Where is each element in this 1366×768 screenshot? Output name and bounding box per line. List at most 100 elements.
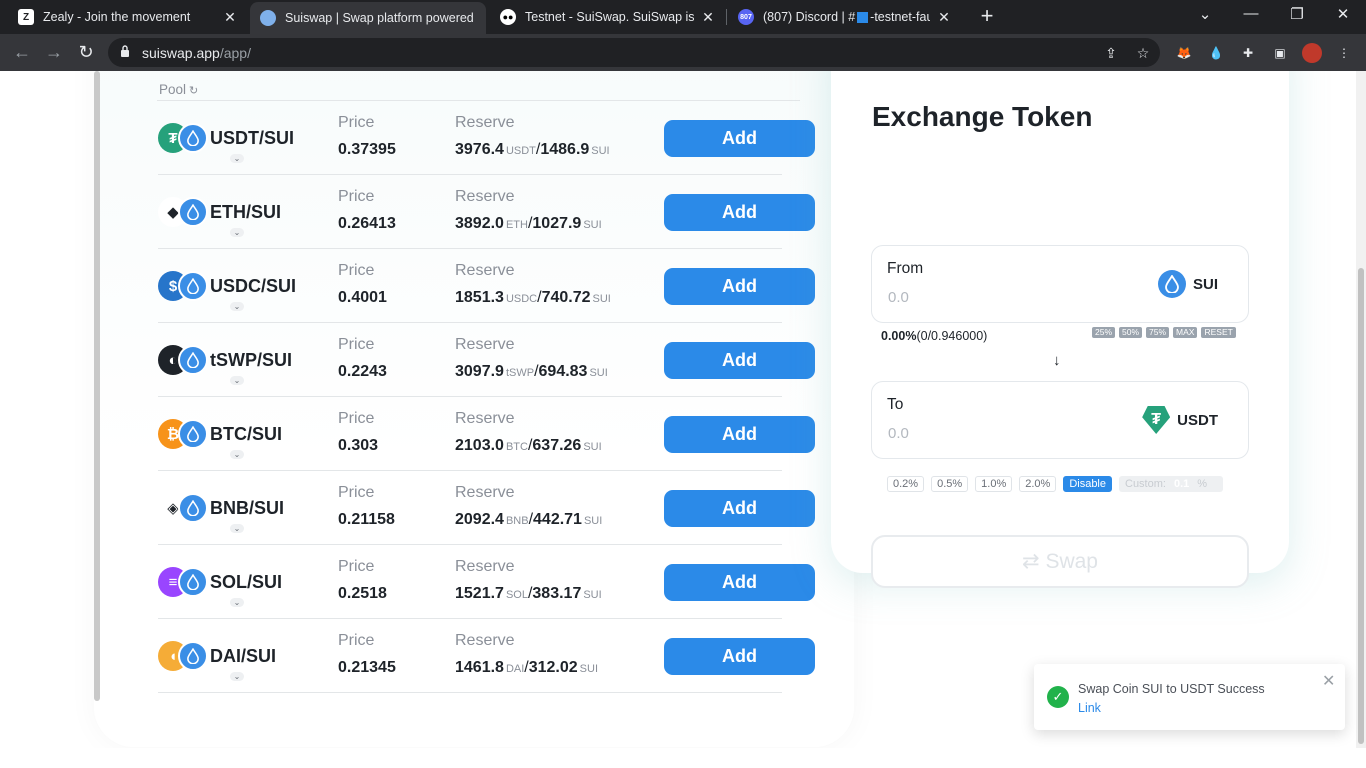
reserve-label: Reserve <box>455 336 515 353</box>
reserve-a: 3097.9 <box>455 363 504 380</box>
close-window-icon[interactable]: ✕ <box>1328 5 1358 25</box>
side-panel-icon[interactable]: ▣ <box>1270 43 1290 63</box>
pair-name: DAI/SUI <box>210 646 277 666</box>
close-icon[interactable]: ✕ <box>222 9 238 26</box>
tab-testnet[interactable]: ●● Testnet - SuiSwap. SuiSwap is a Di ✕ <box>490 0 726 34</box>
reload-icon[interactable]: ↻ <box>75 41 97 63</box>
share-icon[interactable]: ⇪ <box>1102 44 1120 62</box>
reserve-b: 1486.9 <box>540 141 590 158</box>
pool-row: $ USDC/SUI ⌄ Price 0.4001 Reserve 1851.3 USDC/7… <box>158 249 818 323</box>
new-tab-button[interactable]: + <box>976 5 998 27</box>
max-button[interactable]: MAX <box>1173 327 1198 338</box>
page-scrollbar-thumb[interactable] <box>1358 268 1364 744</box>
chevron-down-icon[interactable]: ⌄ <box>230 598 244 607</box>
reset-button[interactable]: RESET <box>1201 327 1236 338</box>
price-value: 0.26413 <box>338 215 396 232</box>
chevron-down-icon[interactable]: ⌄ <box>230 302 244 311</box>
add-liquidity-button[interactable]: Add <box>664 342 815 379</box>
slippage-disable-button[interactable]: Disable <box>1063 476 1112 492</box>
back-icon[interactable]: ← <box>11 41 33 63</box>
extensions-icon[interactable]: ✚ <box>1238 43 1258 63</box>
from-token-selector[interactable]: SUI <box>1157 270 1218 298</box>
pct-25-button[interactable]: 25% <box>1092 327 1116 338</box>
chevron-down-icon[interactable]: ⌄ <box>230 672 244 681</box>
to-field[interactable]: To 0.0 ₮ USDT <box>871 381 1249 459</box>
pool-row: ◆ ETH/SUI ⌄ Price 0.26413 Reserve 3892.0 ETH/10… <box>158 175 818 249</box>
browser-toolbar: ← → ↻ suiswap.app/app/ ⇪ ☆ 🦊 💧 ✚ ▣ ⋮ <box>0 34 1366 71</box>
tab-zealy[interactable]: Z Zealy - Join the movement ✕ <box>8 0 248 34</box>
tab-suiswap[interactable]: Suiswap | Swap platform powered <box>250 2 486 34</box>
chevron-down-icon[interactable]: ⌄ <box>230 228 244 237</box>
sui-wallet-icon[interactable]: 💧 <box>1206 43 1226 63</box>
chevron-down-icon[interactable]: ⌄ <box>230 450 244 459</box>
close-icon[interactable]: ✕ <box>700 9 716 26</box>
add-liquidity-button[interactable]: Add <box>664 490 815 527</box>
add-liquidity-button[interactable]: Add <box>664 120 815 157</box>
close-icon[interactable]: ✕ <box>1322 671 1335 691</box>
browser-tabstrip: Z Zealy - Join the movement ✕ Suiswap | … <box>0 0 1366 34</box>
swap-direction-icon[interactable]: ↓ <box>1053 352 1061 369</box>
reserve-a: 1461.8 <box>455 659 504 676</box>
pool-row: ₮ USDT/SUI ⌄ Price 0.37395 Reserve 3976.4 USDT/… <box>158 101 818 175</box>
reserve-value: 1851.3 USDC/740.72 SUI <box>455 289 611 306</box>
url-domain: suiswap.app <box>142 45 220 61</box>
slippage-custom-input[interactable]: Custom: 0.1% <box>1119 476 1223 492</box>
chevron-down-icon[interactable]: ⌄ <box>230 376 244 385</box>
from-field[interactable]: From 0.0 SUI <box>871 245 1249 323</box>
toast-link[interactable]: Link <box>1078 701 1101 715</box>
pct-50-button[interactable]: 50% <box>1119 327 1143 338</box>
pct-75-button[interactable]: 75% <box>1146 327 1170 338</box>
chevron-down-icon[interactable]: ⌄ <box>230 524 244 533</box>
tab-title: Testnet - SuiSwap. SuiSwap is a Di <box>525 10 694 24</box>
reserve-a: 1851.3 <box>455 289 504 306</box>
add-liquidity-button[interactable]: Add <box>664 194 815 231</box>
to-token-selector[interactable]: ₮ USDT <box>1142 406 1218 434</box>
pool-title-text: Pool <box>159 82 187 97</box>
forward-icon[interactable]: → <box>43 41 65 63</box>
add-liquidity-button[interactable]: Add <box>664 638 815 675</box>
reserve-value: 1461.8 DAI/312.02 SUI <box>455 659 599 676</box>
reserve-b: 740.72 <box>541 289 591 306</box>
zealy-icon: Z <box>18 9 34 25</box>
menu-icon[interactable]: ⋮ <box>1334 43 1354 63</box>
pool-scrollbar[interactable] <box>94 71 100 701</box>
bookmark-star-icon[interactable]: ☆ <box>1134 44 1152 62</box>
tab-title: Suiswap | Swap platform powered <box>285 11 474 25</box>
add-liquidity-button[interactable]: Add <box>664 268 815 305</box>
add-liquidity-button[interactable]: Add <box>664 416 815 453</box>
restore-icon[interactable]: ❐ <box>1282 5 1312 25</box>
from-label: From <box>887 260 924 277</box>
from-amount-input[interactable]: 0.0 <box>888 289 909 306</box>
tab-discord[interactable]: 807 (807) Discord | # -testnet-fauc ✕ <box>728 0 962 34</box>
slippage-0-5-button[interactable]: 0.5% <box>931 476 969 492</box>
price-value: 0.303 <box>338 437 379 454</box>
reserve-value: 3892.0 ETH/1027.9 SUI <box>455 215 602 232</box>
slippage-0-2-button[interactable]: 0.2% <box>887 476 925 492</box>
unit-a: BTC <box>505 441 528 453</box>
to-amount-input[interactable]: 0.0 <box>888 425 909 442</box>
url-text: suiswap.app/app/ <box>142 45 251 61</box>
add-liquidity-button[interactable]: Add <box>664 564 815 601</box>
exchange-title: Exchange Token <box>872 101 1093 132</box>
balance-detail: (0/0.946000) <box>916 329 988 343</box>
price-label: Price <box>338 484 375 501</box>
swap-button[interactable]: ⇄ Swap <box>871 535 1249 588</box>
pair-name: BNB/SUI <box>210 498 285 518</box>
reserve-value: 1521.7 SOL/383.17 SUI <box>455 585 602 602</box>
profile-avatar[interactable] <box>1302 43 1322 63</box>
price-value: 0.37395 <box>338 141 396 158</box>
slippage-2-0-button[interactable]: 2.0% <box>1019 476 1057 492</box>
custom-value[interactable]: 0.1 <box>1174 476 1189 492</box>
metamask-icon[interactable]: 🦊 <box>1174 43 1194 63</box>
close-icon[interactable]: ✕ <box>936 9 952 26</box>
tab-search-icon[interactable]: ⌄ <box>1190 5 1220 25</box>
slippage-1-0-button[interactable]: 1.0% <box>975 476 1013 492</box>
unit-a: USDT <box>505 145 536 157</box>
pool-row: ◈ BNB/SUI ⌄ Price 0.21158 Reserve 2092.4 BNB/44… <box>158 471 818 545</box>
address-bar[interactable]: suiswap.app/app/ ⇪ ☆ <box>108 38 1160 67</box>
refresh-icon[interactable]: ↻ <box>189 85 198 97</box>
minimize-icon[interactable]: — <box>1236 5 1266 25</box>
price-value: 0.4001 <box>338 289 387 306</box>
reserve-a: 2103.0 <box>455 437 504 454</box>
chevron-down-icon[interactable]: ⌄ <box>230 154 244 163</box>
